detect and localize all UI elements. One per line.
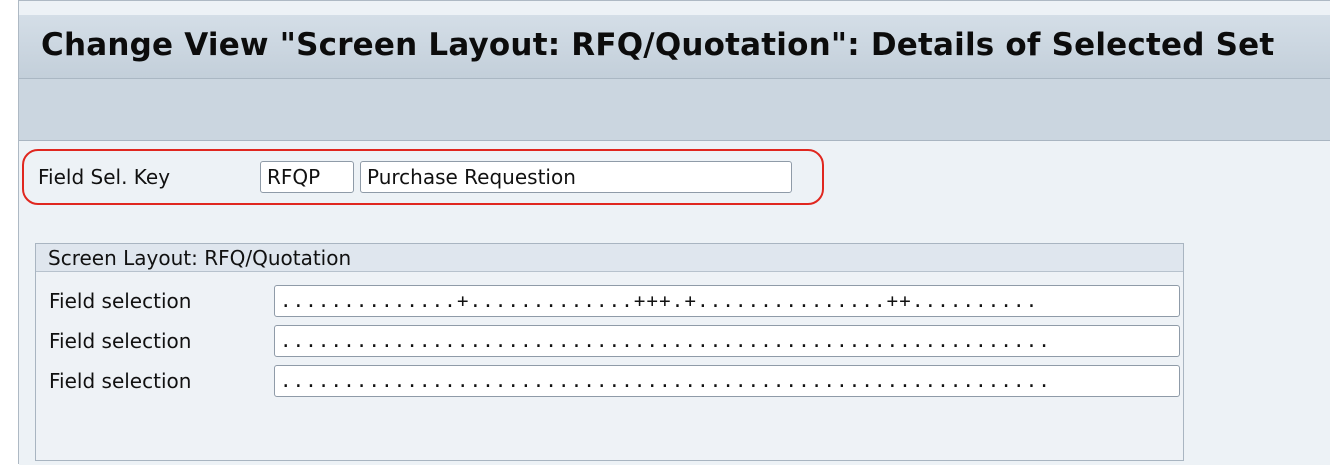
- field-sel-key-input[interactable]: RFQP: [260, 161, 354, 193]
- group-title: Screen Layout: RFQ/Quotation: [48, 246, 352, 270]
- title-bar: Change View "Screen Layout: RFQ/Quotatio…: [19, 15, 1330, 79]
- field-selection-label-3: Field selection: [49, 369, 192, 393]
- field-selection-label-2: Field selection: [49, 329, 192, 353]
- field-sel-key-label: Field Sel. Key: [38, 165, 171, 189]
- field-sel-key-description: Purchase Requestion: [360, 161, 792, 193]
- field-selection-input-3[interactable]: ........................................…: [274, 365, 1180, 397]
- screen-layout-group: Screen Layout: RFQ/Quotation Field selec…: [35, 243, 1184, 461]
- main-content: Field Sel. Key RFQP Purchase Requestion …: [19, 141, 1330, 465]
- field-sel-key-highlight: Field Sel. Key RFQP Purchase Requestion: [22, 149, 824, 205]
- window-frame: Change View "Screen Layout: RFQ/Quotatio…: [18, 0, 1330, 465]
- page-title: Change View "Screen Layout: RFQ/Quotatio…: [41, 27, 1275, 63]
- field-selection-input-1[interactable]: ..............+.............+++.+.......…: [274, 285, 1180, 317]
- group-header: Screen Layout: RFQ/Quotation: [36, 244, 1183, 272]
- field-selection-label-1: Field selection: [49, 289, 192, 313]
- application-toolbar: [19, 79, 1330, 141]
- field-selection-input-2[interactable]: ........................................…: [274, 325, 1180, 357]
